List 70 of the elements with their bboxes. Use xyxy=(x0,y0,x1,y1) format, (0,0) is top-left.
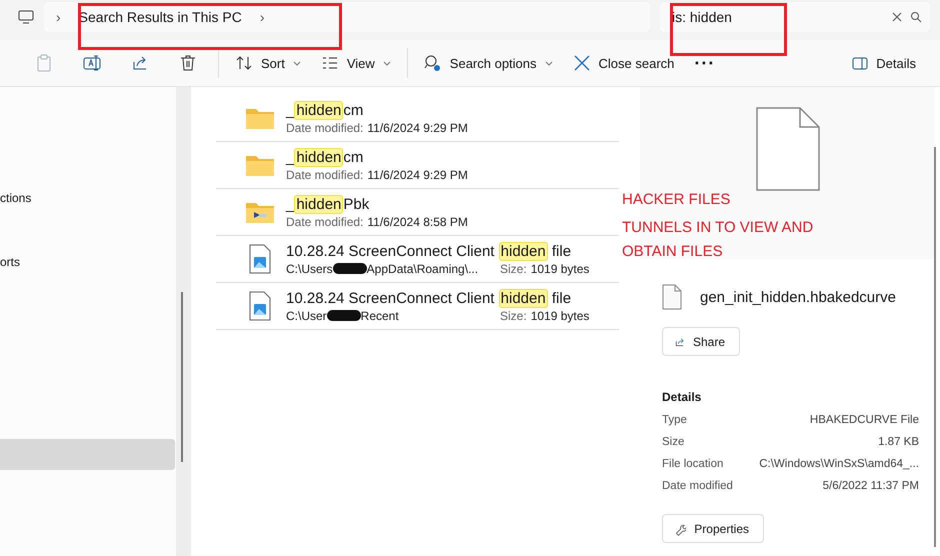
file-path: Recent xyxy=(360,308,399,322)
date-modified: 11/6/2024 8:58 PM xyxy=(367,214,468,228)
file-name[interactable]: _hidden cm xyxy=(286,148,468,166)
property-value: HBAKEDCURVE File xyxy=(810,414,919,428)
caret-icon xyxy=(382,60,391,66)
result-row[interactable]: 10.28.24 ScreenConnect Client hidden file C:\User Recent Size: 1019 bytes xyxy=(216,283,619,330)
file-name[interactable]: 10.28.24 ScreenConnect Client hidden file xyxy=(286,290,590,306)
redaction-mark xyxy=(326,310,361,321)
trash-icon[interactable] xyxy=(179,54,197,72)
share-icon[interactable] xyxy=(131,54,149,72)
scrollbar-thumb[interactable] xyxy=(181,292,183,462)
rename-icon[interactable] xyxy=(83,54,101,72)
property-label: Size xyxy=(662,436,684,450)
meta-label: Date modified: xyxy=(286,214,364,228)
date-modified: 11/6/2024 9:29 PM xyxy=(367,120,468,134)
sidebar-item[interactable]: orts xyxy=(0,255,20,269)
result-row[interactable]: 10.28.24 ScreenConnect Client hidden file C:\Users AppData\Roaming\... Size: 1019 bytes xyxy=(216,236,619,283)
chevron[interactable]: › xyxy=(56,9,61,25)
result-row[interactable]: _hidden cm Date modified: 11/6/2024 9:29 PM xyxy=(216,95,619,142)
date-modified: 11/6/2024 9:29 PM xyxy=(367,168,468,182)
meta-label: Size: xyxy=(500,308,527,322)
redaction-mark xyxy=(332,263,367,274)
file-path: C:\Users xyxy=(286,262,333,276)
share-button[interactable]: Share xyxy=(662,327,740,356)
search-gear-icon[interactable] xyxy=(424,54,442,72)
search-icon[interactable] xyxy=(910,11,922,23)
properties-button[interactable]: Properties xyxy=(662,514,764,543)
close-icon[interactable] xyxy=(892,12,902,22)
meta-label: Size: xyxy=(500,262,527,276)
chevron[interactable]: › xyxy=(260,9,264,25)
meta-label: Date modified: xyxy=(286,168,364,182)
annotation-text: HACKER FILES xyxy=(622,190,730,210)
meta-label: Date modified: xyxy=(286,120,364,134)
file-name[interactable]: 10.28.24 ScreenConnect Client hidden file xyxy=(286,242,590,260)
result-row[interactable]: _hidden cm Date modified: 11/6/2024 9:29 PM xyxy=(216,142,619,189)
close-icon[interactable] xyxy=(572,54,591,72)
annotation-text: TUNNELS IN TO VIEW AND OBTAIN FILES xyxy=(622,218,814,262)
file-name: gen_init_hidden.hbakedcurve xyxy=(700,288,896,306)
file-size: 1019 bytes xyxy=(530,308,590,322)
sort-icon[interactable] xyxy=(235,54,253,72)
caret-icon xyxy=(544,60,553,66)
result-row[interactable]: _hidden Pbk Date modified: 11/6/2024 8:58 PM xyxy=(216,189,619,236)
search-field[interactable]: is: hidden xyxy=(660,2,930,32)
file-size: 1019 bytes xyxy=(530,262,590,276)
search-input[interactable]: is: hidden xyxy=(672,9,884,25)
file-name[interactable]: _hidden cm xyxy=(286,102,468,118)
more-button[interactable]: ··· xyxy=(684,47,726,79)
file-name[interactable]: _hidden Pbk xyxy=(286,196,468,212)
property-value: 1.87 KB xyxy=(878,436,919,450)
toolbar-button[interactable]: Close search xyxy=(562,47,684,79)
dropdown-button[interactable]: Search options xyxy=(414,47,563,79)
section-heading: Details xyxy=(662,390,702,404)
computer-icon[interactable] xyxy=(18,10,34,24)
property-label: Type xyxy=(662,414,687,428)
dropdown-button[interactable]: View xyxy=(310,47,401,79)
file-path: C:\User xyxy=(286,308,327,322)
caret-icon xyxy=(292,60,301,66)
dropdown-button[interactable]: Sort xyxy=(225,47,311,79)
details-button[interactable]: Details xyxy=(842,47,926,79)
breadcrumb[interactable]: Search Results in This PC xyxy=(74,9,246,25)
file-path: AppData\Roaming\... xyxy=(366,262,478,276)
file-icon xyxy=(662,284,682,310)
panel-icon xyxy=(852,56,868,70)
scrollbar-thumb[interactable] xyxy=(934,147,936,547)
property-label: File location xyxy=(662,458,724,472)
file-icon xyxy=(756,107,820,191)
property-value: 5/6/2022 11:37 PM xyxy=(822,480,919,494)
property-label: Date modified xyxy=(662,480,733,494)
property-value: C:\Windows\WinSxS\amd64_... xyxy=(759,458,919,472)
sidebar-item[interactable]: ctions xyxy=(0,191,32,205)
